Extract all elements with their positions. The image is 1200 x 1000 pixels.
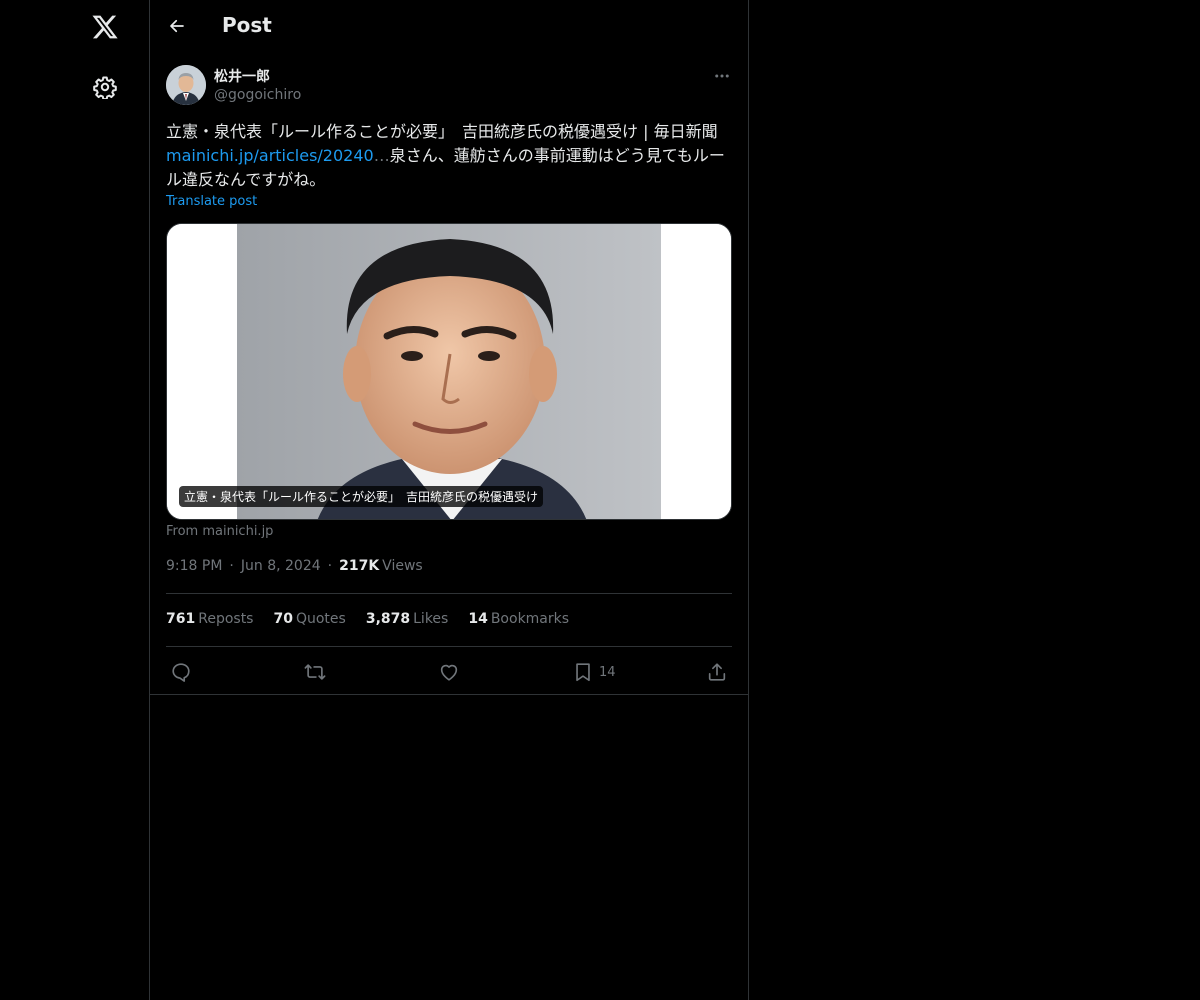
- stat-count: 3,878: [365, 611, 411, 627]
- post-text-before-link: 立憲・泉代表「ルール作ることが必要」 吉田統彦氏の税優遇受け | 毎日新聞: [166, 122, 718, 141]
- repost-icon: [304, 664, 326, 680]
- post-link[interactable]: mainichi.jp/articles/20240…: [166, 146, 390, 165]
- reply-button[interactable]: [170, 658, 192, 686]
- stat-label: Reposts: [198, 611, 254, 627]
- reply-icon: [172, 663, 190, 682]
- main-column: Post 松井一郎 @gogoichiro 立憲・泉代表「ルール作ることが必要」…: [149, 0, 749, 1000]
- gear-icon: [93, 76, 117, 99]
- card-image: [167, 224, 731, 519]
- post-date[interactable]: Jun 8, 2024: [241, 558, 321, 574]
- share-button[interactable]: [706, 658, 728, 686]
- page-title: Post: [222, 13, 272, 37]
- back-button[interactable]: [160, 9, 194, 43]
- stat-count: 70: [273, 611, 293, 627]
- engagement-stats: 761 Reposts 70 Quotes 3,878 Likes 14 Bookmar…: [166, 611, 589, 627]
- settings-button[interactable]: [81, 63, 129, 111]
- page-header: Post: [150, 0, 748, 53]
- repost-button[interactable]: [304, 658, 326, 686]
- app: Post 松井一郎 @gogoichiro 立憲・泉代表「ルール作ることが必要」…: [0, 0, 1200, 1000]
- stat-bookmarks[interactable]: 14 Bookmarks: [468, 611, 569, 627]
- stat-label: Quotes: [295, 611, 346, 627]
- bookmark-count: 14: [599, 664, 616, 680]
- action-bar: 14: [166, 655, 732, 689]
- post-link-ellipsis: …: [373, 146, 390, 165]
- stat-label: Bookmarks: [490, 611, 570, 627]
- avatar-image: [166, 65, 206, 105]
- author-name[interactable]: 松井一郎: [214, 66, 270, 86]
- post-link-text: mainichi.jp/articles/20240: [166, 146, 374, 165]
- post-meta: 9:18 PM · Jun 8, 2024 · 217K Views: [166, 558, 423, 574]
- card-caption: 立憲・泉代表「ルール作ることが必要」 吉田統彦氏の税優遇受け: [179, 486, 544, 507]
- bookmark-icon: [576, 663, 590, 682]
- more-options-button[interactable]: [710, 64, 734, 88]
- heart-icon: [440, 664, 458, 681]
- link-card[interactable]: 立憲・泉代表「ルール作ることが必要」 吉田統彦氏の税優遇受け: [166, 223, 732, 520]
- post-text: 立憲・泉代表「ルール作ることが必要」 吉田統彦氏の税優遇受け | 毎日新聞 ma…: [166, 120, 734, 192]
- post-time[interactable]: 9:18 PM: [166, 558, 222, 574]
- bookmark-button[interactable]: 14: [572, 658, 616, 686]
- author-handle[interactable]: @gogoichiro: [214, 87, 301, 103]
- x-logo-icon: [92, 15, 118, 39]
- divider: [166, 646, 732, 647]
- like-button[interactable]: [438, 658, 460, 686]
- meta-separator: ·: [327, 558, 333, 574]
- stat-reposts[interactable]: 761 Reposts: [166, 611, 253, 627]
- back-arrow-icon: [170, 19, 184, 33]
- card-source[interactable]: From mainichi.jp: [166, 524, 273, 539]
- x-logo-link[interactable]: [81, 3, 129, 51]
- stat-count: 14: [468, 611, 488, 627]
- stat-label: Likes: [413, 611, 449, 627]
- stat-count: 761: [166, 611, 196, 627]
- views-label: Views: [382, 558, 423, 574]
- divider: [166, 593, 732, 594]
- translate-post-link[interactable]: Translate post: [166, 194, 257, 209]
- more-dots-icon: [715, 74, 729, 78]
- avatar[interactable]: [166, 65, 206, 105]
- post-bottom-border: [150, 694, 748, 695]
- left-nav: [0, 0, 150, 1000]
- meta-separator: ·: [229, 558, 234, 574]
- views-count: 217K: [339, 558, 380, 574]
- stat-quotes[interactable]: 70 Quotes: [273, 611, 345, 627]
- share-icon: [708, 663, 726, 681]
- stat-likes[interactable]: 3,878 Likes: [366, 611, 449, 627]
